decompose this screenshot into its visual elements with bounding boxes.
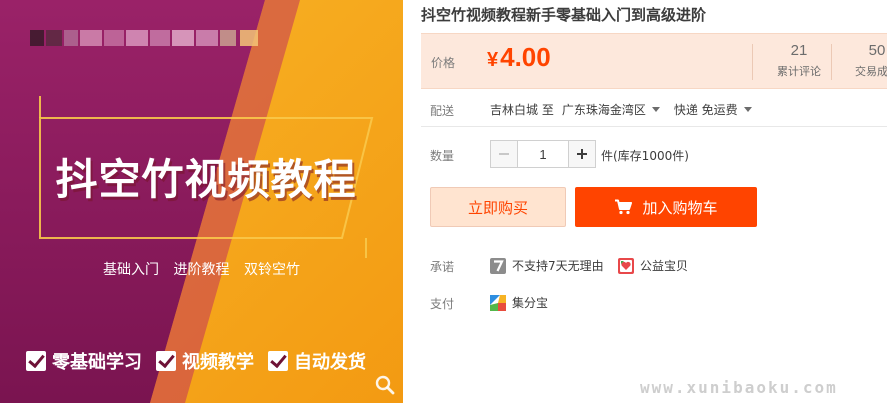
checkbox-icon <box>26 351 46 371</box>
price-value: ¥4.00 <box>487 42 551 73</box>
currency-symbol: ¥ <box>487 49 499 71</box>
promise-label: 承诺 <box>430 260 455 274</box>
add-to-cart-label: 加入购物车 <box>642 198 718 217</box>
transactions-count: 50 <box>868 42 886 59</box>
shipping-destination: 广东珠海金湾区 <box>561 103 646 117</box>
product-image-features: 零基础学习 视频教学 自动发货 <box>26 346 366 376</box>
divider <box>421 126 887 127</box>
shipping-label: 配送 <box>430 104 455 118</box>
feature-item: 零基础学习 <box>26 348 142 374</box>
magnifier-icon <box>375 375 395 395</box>
add-to-cart-button[interactable]: 加入购物车 <box>575 187 757 227</box>
stock-info: 件(库存1000件) <box>601 149 689 163</box>
watermark: www.xunibaoku.com <box>640 378 838 397</box>
shopping-cart-icon <box>615 199 633 215</box>
reviews-count: 21 <box>790 42 808 59</box>
minus-icon <box>499 153 509 155</box>
buy-now-button[interactable]: 立即购买 <box>430 187 566 227</box>
shipping-method: 快递 免运费 <box>673 103 738 117</box>
feature-item: 自动发货 <box>268 348 366 374</box>
promise-text: 不支持7天无理由 <box>512 259 604 273</box>
promise-text: 公益宝贝 <box>640 259 689 273</box>
product-image-tag: 基础入门 <box>103 262 160 278</box>
feature-label: 零基础学习 <box>52 352 142 373</box>
stat-divider <box>831 44 832 80</box>
zoom-button[interactable] <box>374 374 396 396</box>
product-image-tag: 双铃空竹 <box>243 262 300 278</box>
promise-no-7day-return[interactable]: 不支持7天无理由 <box>490 257 604 274</box>
stat-divider <box>752 44 753 80</box>
reviews-label: 累计评论 <box>777 65 821 78</box>
payment-text: 集分宝 <box>512 296 549 310</box>
price-label: 价格 <box>431 56 456 70</box>
plus-icon <box>577 149 587 159</box>
payment-label: 支付 <box>430 297 455 311</box>
price-amount: 4.00 <box>500 42 551 72</box>
product-main-image[interactable]: 抖空竹视频教程 基础入门 进阶教程 双铃空竹 零基础学习 视频教学 自动发货 <box>0 0 403 403</box>
feature-item: 视频教学 <box>156 348 254 374</box>
decrease-quantity-button[interactable] <box>490 140 518 168</box>
price-box: 价格 ¥4.00 21 累计评论 50 交易成功 <box>421 33 887 89</box>
buy-now-label: 立即购买 <box>467 198 528 217</box>
checkbox-icon <box>268 351 288 371</box>
jifenbao-icon <box>490 294 506 311</box>
quantity-input[interactable] <box>518 140 568 168</box>
quantity-stepper <box>490 139 596 169</box>
feature-label: 自动发货 <box>294 352 366 373</box>
stat-transactions[interactable]: 50 交易成功 <box>839 42 887 79</box>
product-image-tag: 进阶教程 <box>173 262 230 278</box>
chevron-down-icon <box>651 107 660 112</box>
increase-quantity-button[interactable] <box>568 140 596 168</box>
stat-reviews[interactable]: 21 累计评论 <box>761 42 837 79</box>
promise-charity-item[interactable]: 公益宝贝 <box>618 257 688 274</box>
payment-jifenbao[interactable]: 集分宝 <box>490 294 548 311</box>
quantity-label: 数量 <box>430 149 455 163</box>
charity-item-icon <box>618 257 634 274</box>
chevron-down-icon <box>743 107 752 112</box>
product-image-title: 抖空竹视频教程 <box>55 155 357 204</box>
product-title: 抖空竹视频教程新手零基础入门到高级进阶 <box>421 6 707 24</box>
seven-day-return-icon <box>490 257 506 274</box>
shipping-method-dropdown[interactable]: 快递 免运费 <box>674 101 752 118</box>
shipping-destination-dropdown[interactable]: 广东珠海金湾区 <box>562 101 660 118</box>
transactions-label: 交易成功 <box>855 65 887 78</box>
product-image-tags: 基础入门 进阶教程 双铃空竹 <box>0 259 403 279</box>
checkbox-icon <box>156 351 176 371</box>
shipping-row: 吉林白城 至 广东珠海金湾区 快递 免运费 <box>490 101 752 118</box>
shipping-from: 吉林白城 至 <box>490 103 554 117</box>
feature-label: 视频教学 <box>182 352 254 373</box>
